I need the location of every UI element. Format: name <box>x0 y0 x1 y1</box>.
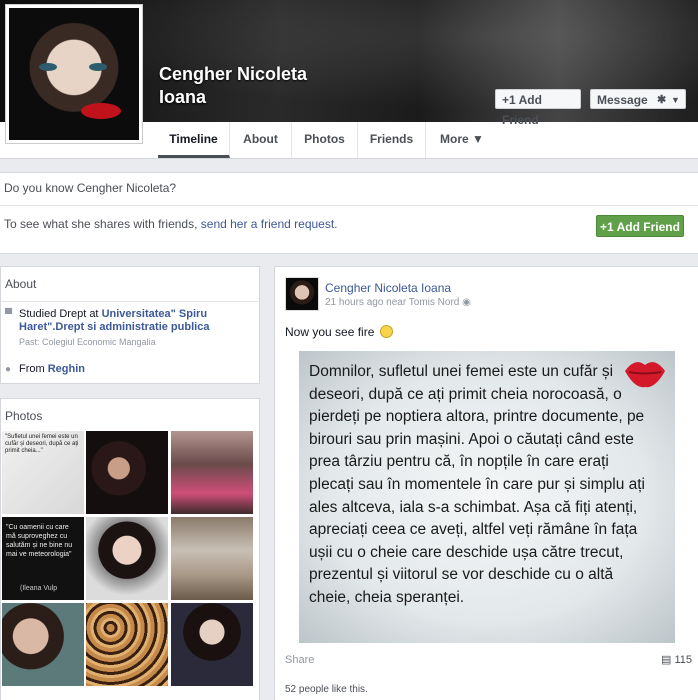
profile-picture[interactable] <box>5 4 143 144</box>
photo-thumb[interactable]: "Cu oamenii cu care mă suproveghez cu sa… <box>2 517 84 600</box>
profile-photo-image <box>9 8 139 140</box>
tab-friends[interactable]: Friends <box>358 122 426 158</box>
photo-thumb[interactable] <box>171 603 253 686</box>
globe-icon: ◉ <box>462 297 471 308</box>
add-friend-icon: +1 <box>600 220 617 234</box>
tab-more[interactable]: More ▼ <box>426 122 498 158</box>
message-label: Message <box>597 93 648 107</box>
send-friend-request-link[interactable]: send her a friend request. <box>201 217 338 231</box>
comment-icon: ▤ <box>661 654 675 666</box>
divider <box>0 205 698 206</box>
post-author-avatar[interactable] <box>285 277 319 311</box>
photo-thumb[interactable] <box>86 431 168 514</box>
photo-thumb[interactable] <box>86 517 168 600</box>
graduation-cap-icon: ▀ <box>5 309 13 320</box>
tab-about[interactable]: About <box>230 122 292 158</box>
photo-thumb[interactable] <box>2 603 84 686</box>
post-caption: Now you see fire <box>285 325 375 339</box>
photos-panel: Photos "Sufletul unei femei este un cufă… <box>0 398 260 700</box>
thumb-quote-author: (Ileana Vulp <box>20 585 58 592</box>
profile-name[interactable]: Cengher Nicoleta Ioana <box>159 63 307 109</box>
profile-name-line1: Cengher Nicoleta <box>159 64 308 84</box>
post-text: Now you see fire <box>285 325 393 339</box>
post-image-quote: Domnilor, sufletul unei femei este un cu… <box>309 363 645 606</box>
lips-shape <box>81 103 121 119</box>
photo-thumb[interactable]: "Sufletul unei femei este un cufăr și de… <box>2 431 84 514</box>
post-image[interactable]: Domnilor, sufletul unei femei este un cu… <box>299 351 675 643</box>
photos-title[interactable]: Photos <box>1 399 259 433</box>
tab-photos[interactable]: Photos <box>292 122 358 158</box>
about-panel: About ▀ Studied Drept at Universitatea" … <box>0 266 260 384</box>
comments-count[interactable]: ▤ 115 <box>661 653 692 666</box>
tab-timeline[interactable]: Timeline <box>158 122 230 158</box>
post-author-name[interactable]: Cengher Nicoleta Ioana <box>325 281 451 295</box>
thumb-quote-text: "Cu oamenii cu care mă suproveghez cu sa… <box>6 524 73 558</box>
know-text: To see what she shares with friends, <box>4 217 201 231</box>
add-friend-icon: +1 <box>502 93 519 107</box>
about-title[interactable]: About <box>1 267 259 302</box>
smiley-icon <box>379 325 393 338</box>
friend-request-prompt: Do you know Cengher Nicoleta? To see wha… <box>0 172 698 254</box>
eye-shape <box>89 63 107 71</box>
lipstick-kiss-icon <box>625 362 665 388</box>
caret-down-icon[interactable]: ▼ <box>671 90 680 110</box>
message-button[interactable]: Message ✱ ▼ <box>590 89 686 109</box>
from-text: From <box>19 363 48 375</box>
thumb-quote-text: "Sufletul unei femei este un cufăr și de… <box>5 434 79 454</box>
header-add-friend-button[interactable]: +1 Add Friend <box>495 89 581 127</box>
know-description: To see what she shares with friends, sen… <box>4 217 338 231</box>
hometown-link[interactable]: Reghin <box>48 363 85 375</box>
location-pin-icon: ● <box>5 364 12 375</box>
about-hometown: From Reghin <box>19 363 85 376</box>
add-friend-button[interactable]: +1 Add Friend <box>596 215 684 237</box>
post-timestamp[interactable]: 21 hours ago near Tomis Nord <box>325 297 459 308</box>
past-school: Past: Colegiul Economic Mangalia <box>19 337 156 347</box>
about-education: Studied Drept at Universitatea" Spiru Ha… <box>19 308 239 349</box>
comments-number: 115 <box>674 654 692 666</box>
gear-icon[interactable]: ✱ <box>657 90 666 110</box>
profile-name-line2: Ioana <box>159 87 207 107</box>
photo-thumb[interactable] <box>171 517 253 600</box>
post-meta: 21 hours ago near Tomis Nord ◉ <box>325 297 471 308</box>
know-question: Do you know Cengher Nicoleta? <box>4 181 177 195</box>
share-link[interactable]: Share <box>285 654 314 666</box>
photo-thumb[interactable] <box>171 431 253 514</box>
add-friend-button-label: Add Friend <box>616 220 680 234</box>
likes-summary[interactable]: 52 people like this. <box>285 684 368 695</box>
eye-shape <box>39 63 57 71</box>
studied-text: Studied Drept at <box>19 308 102 320</box>
photo-thumb[interactable] <box>86 603 168 686</box>
timeline-post: Cengher Nicoleta Ioana 21 hours ago near… <box>274 266 698 700</box>
